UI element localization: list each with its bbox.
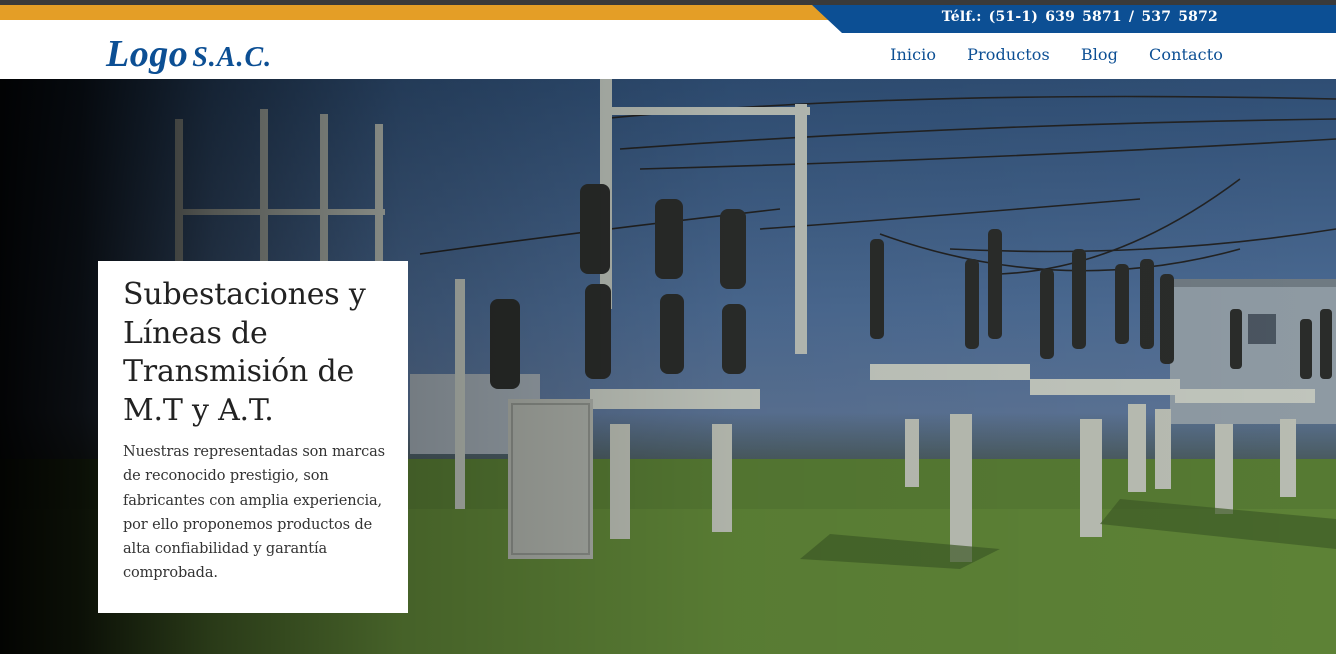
nav-inicio[interactable]: Inicio <box>890 45 936 64</box>
site-logo[interactable]: Logo S.A.C. <box>106 32 272 76</box>
nav-contacto[interactable]: Contacto <box>1149 45 1223 64</box>
hero-card: Subestaciones y Líneas de Transmisión de… <box>98 261 408 613</box>
nav-blog[interactable]: Blog <box>1081 45 1118 64</box>
nav-productos[interactable]: Productos <box>967 45 1050 64</box>
logo-main: Logo <box>106 33 189 75</box>
hero-title: Subestaciones y Líneas de Transmisión de… <box>123 277 366 428</box>
hero-description: Nuestras representadas son marcas de rec… <box>123 444 385 582</box>
main-nav: Inicio Productos Blog Contacto <box>890 45 1223 64</box>
logo-suffix: S.A.C. <box>192 42 273 73</box>
hero-banner: Subestaciones y Líneas de Transmisión de… <box>0 79 1336 654</box>
site-header: Logo S.A.C. Inicio Productos Blog Contac… <box>0 20 1336 79</box>
